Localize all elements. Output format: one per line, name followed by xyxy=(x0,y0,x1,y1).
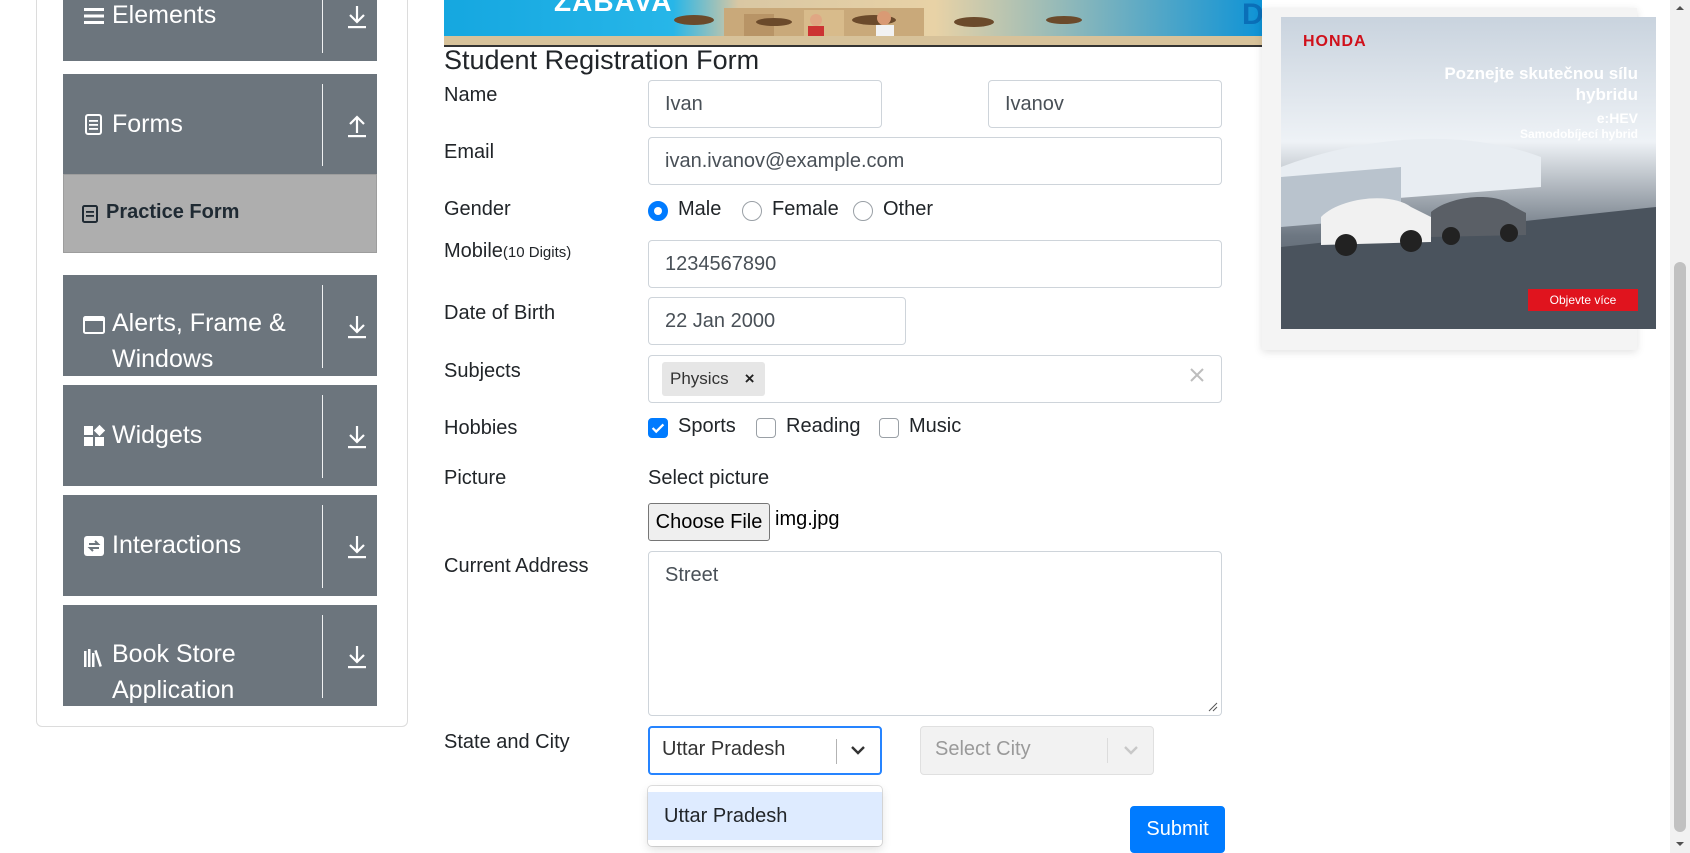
sidebar-group-forms[interactable]: Forms xyxy=(63,74,377,174)
hobby-music-checkbox[interactable] xyxy=(879,418,899,438)
banner-letter: D xyxy=(1242,0,1262,31)
ad-subline: Samodobíjecí hybrid xyxy=(1519,127,1638,141)
gender-option-label[interactable]: Female xyxy=(772,198,839,221)
ad-brand: HONDA xyxy=(1303,33,1367,50)
group-divider xyxy=(322,615,323,698)
widgets-icon xyxy=(83,425,105,447)
mobile-label-text: Mobile xyxy=(444,240,503,262)
sidebar-group-label: Interactions xyxy=(112,531,242,559)
sidebar-group-alerts-frame-windows[interactable]: Alerts, Frame & Windows xyxy=(63,275,377,376)
mobile-input[interactable]: 1234567890 xyxy=(648,240,1222,288)
gender-option-label[interactable]: Male xyxy=(678,198,721,221)
ad-badge: e:HEV xyxy=(1596,110,1638,126)
email-label: Email xyxy=(444,141,495,163)
collapse-icon[interactable] xyxy=(345,112,369,140)
city-select[interactable]: Select City xyxy=(920,726,1154,775)
name-label: Name xyxy=(444,84,498,106)
submit-button[interactable]: Submit xyxy=(1130,806,1225,853)
remove-chip-icon[interactable]: × xyxy=(745,362,755,396)
interactions-icon xyxy=(83,535,105,557)
last-name-input[interactable]: Ivanov xyxy=(988,80,1222,128)
group-divider xyxy=(322,84,323,166)
email-input[interactable]: ivan.ivanov@example.com xyxy=(648,137,1222,185)
group-divider xyxy=(322,395,323,478)
sidebar-group-label: Book Store Application xyxy=(112,640,236,704)
expand-icon[interactable] xyxy=(345,313,369,341)
mobile-hint: (10 Digits) xyxy=(502,244,572,261)
hobby-reading-checkbox[interactable] xyxy=(756,418,776,438)
city-select-placeholder: Select City xyxy=(935,738,1031,760)
books-icon xyxy=(83,647,105,669)
group-divider xyxy=(322,0,323,53)
sidebar-group-label: Forms xyxy=(112,110,183,138)
check-icon xyxy=(651,423,665,434)
picture-hint: Select picture xyxy=(648,467,770,489)
current-address-value: Street xyxy=(665,564,719,586)
hobby-option-label[interactable]: Music xyxy=(909,415,961,438)
sidebar-group-book-store-application[interactable]: Book Store Application xyxy=(63,605,377,706)
expand-icon[interactable] xyxy=(345,643,369,671)
form-title: Student Registration Form xyxy=(444,45,760,75)
sidebar-item-label: Practice Form xyxy=(106,201,240,223)
gender-option-label[interactable]: Other xyxy=(883,198,933,221)
expand-icon[interactable] xyxy=(345,3,369,31)
top-banner-ad[interactable]: ZABAVA D xyxy=(444,0,1262,47)
hobby-sports-checkbox[interactable] xyxy=(648,418,668,438)
gender-other-radio[interactable] xyxy=(853,201,873,221)
sidebar-group-label: Alerts, Frame & Windows xyxy=(112,309,286,373)
selected-file-name: img.jpg xyxy=(775,508,840,530)
date-of-birth-input[interactable]: 22 Jan 2000 xyxy=(648,297,906,345)
chevron-down-icon[interactable] xyxy=(1119,738,1143,762)
choose-file-button[interactable]: Choose File xyxy=(648,503,770,541)
hobby-option-label[interactable]: Sports xyxy=(678,415,736,438)
state-city-label: State and City xyxy=(444,731,570,753)
gender-female-radio[interactable] xyxy=(742,201,762,221)
group-divider xyxy=(322,285,323,368)
state-select[interactable]: Uttar Pradesh xyxy=(648,726,882,775)
sidebar-group-elements[interactable]: Elements xyxy=(63,0,377,61)
select-divider xyxy=(836,739,837,764)
expand-icon[interactable] xyxy=(345,533,369,561)
scroll-up-icon[interactable] xyxy=(1674,2,1686,14)
ad-headline: Poznejte skutečnou sílu hybridu xyxy=(1444,64,1638,104)
form-icon xyxy=(82,205,98,223)
banner-text: ZABAVA xyxy=(554,0,673,17)
clear-subjects-icon[interactable] xyxy=(1188,366,1206,384)
gender-label: Gender xyxy=(444,198,511,220)
sidebar-group-label: Widgets xyxy=(112,421,203,449)
subject-chip: Physics × xyxy=(662,362,765,396)
subject-chip-label: Physics xyxy=(670,369,729,388)
dob-label: Date of Birth xyxy=(444,302,556,324)
select-divider xyxy=(1107,738,1108,763)
hamburger-icon xyxy=(83,5,105,27)
side-ad[interactable]: HONDA Poznejte skutečnou sílu hybridu e:… xyxy=(1281,17,1656,329)
mobile-label: Mobile(10 Digits) xyxy=(444,240,571,263)
current-address-textarea[interactable]: Street xyxy=(648,551,1222,716)
hobbies-label: Hobbies xyxy=(444,417,518,439)
ad-cta-button[interactable]: Objevte více xyxy=(1528,289,1638,311)
document-icon xyxy=(83,114,105,136)
group-divider xyxy=(322,505,323,588)
chevron-down-icon[interactable] xyxy=(846,738,870,762)
sidebar-group-widgets[interactable]: Widgets xyxy=(63,385,377,486)
state-select-value: Uttar Pradesh xyxy=(662,738,786,760)
sidebar-item-practice-form[interactable]: Practice Form xyxy=(63,174,377,253)
state-dropdown-menu: Uttar Pradesh xyxy=(648,786,882,846)
state-option[interactable]: Uttar Pradesh xyxy=(648,792,882,840)
window-icon xyxy=(83,314,105,336)
resize-handle-icon[interactable] xyxy=(1208,702,1218,712)
current-address-label: Current Address xyxy=(444,555,589,577)
scrollbar-thumb[interactable] xyxy=(1674,262,1686,832)
scroll-down-icon[interactable] xyxy=(1674,838,1686,850)
first-name-input[interactable]: Ivan xyxy=(648,80,882,128)
sidebar-group-interactions[interactable]: Interactions xyxy=(63,495,377,596)
gender-male-radio[interactable] xyxy=(648,201,668,221)
subjects-label: Subjects xyxy=(444,360,521,382)
picture-label: Picture xyxy=(444,467,507,489)
expand-icon[interactable] xyxy=(345,423,369,451)
hobby-option-label[interactable]: Reading xyxy=(786,415,861,438)
sidebar-group-label: Elements xyxy=(112,1,217,29)
